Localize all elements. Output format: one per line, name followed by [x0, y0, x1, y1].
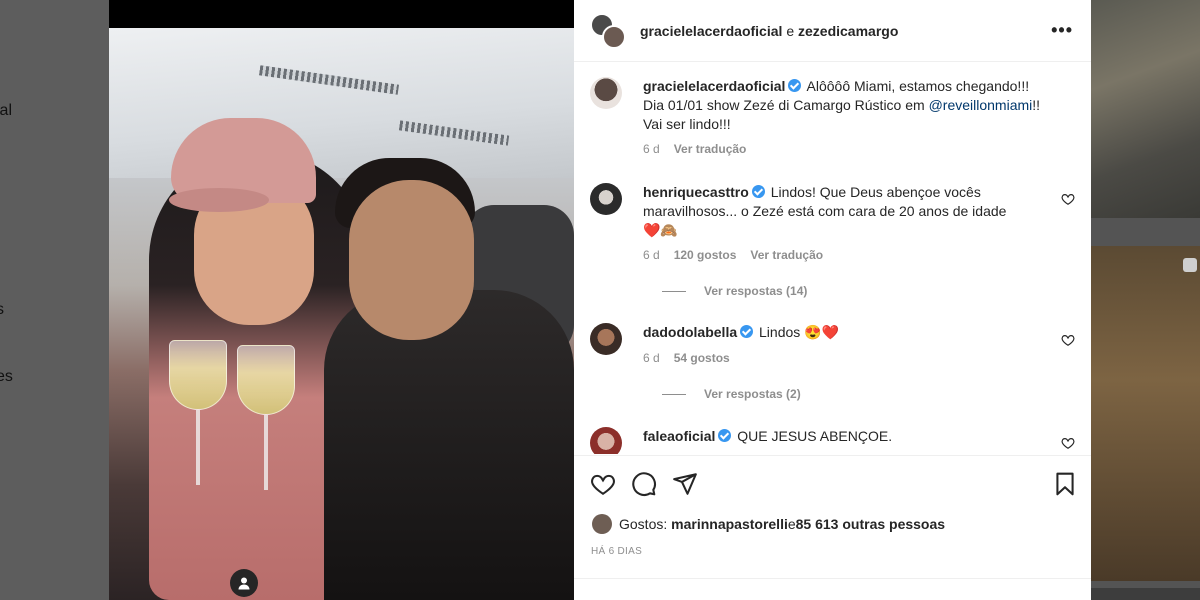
comment-age: 6 d — [643, 351, 660, 365]
collab-avatars[interactable] — [590, 12, 626, 49]
man-figure — [324, 290, 574, 600]
background-fragment: s — [0, 301, 4, 318]
translate-link[interactable]: Ver tradução — [750, 248, 823, 262]
comment-like-icon[interactable] — [1061, 436, 1075, 450]
comment-username[interactable]: faleaoficial — [643, 428, 715, 444]
verified-badge-icon — [751, 185, 765, 198]
comment-likes[interactable]: 54 gostos — [674, 351, 730, 365]
caption-age: 6 d — [643, 142, 660, 156]
bookmark-icon[interactable] — [1052, 471, 1078, 497]
avatar[interactable] — [602, 24, 626, 49]
avatar[interactable] — [592, 514, 612, 534]
background-fragment: ial — [0, 102, 13, 119]
avatar[interactable] — [590, 427, 622, 454]
background-fragment: es — [0, 368, 13, 385]
verified-badge-icon — [788, 79, 802, 92]
verified-badge-icon — [718, 429, 732, 442]
verified-badge-icon — [740, 325, 754, 338]
likes-summary[interactable]: Gostos: marinnapastorelli e 85 613 outra… — [592, 514, 945, 534]
comment-emojis: ❤️🙈 — [643, 222, 678, 238]
background-page-right — [1091, 0, 1200, 600]
comment-text: Lindos 😍❤️ — [755, 324, 840, 340]
avatar[interactable] — [590, 183, 622, 215]
mention-link[interactable]: @reveillonmiami — [929, 97, 1033, 113]
view-replies-button[interactable]: Ver respostas (14) — [662, 284, 807, 298]
comment-likes[interactable]: 120 gostos — [674, 248, 737, 262]
post-timestamp[interactable]: HÁ 6 DIAS — [591, 546, 642, 557]
likes-user[interactable]: marinnapastorelli — [671, 516, 788, 532]
comment-username[interactable]: dadodolabella — [643, 324, 737, 340]
comment-text: QUE JESUS ABENÇOE. — [733, 428, 893, 444]
collab-username[interactable]: zezedicamargo — [798, 23, 898, 39]
send-icon[interactable] — [672, 471, 698, 497]
champagne-glass — [237, 345, 295, 415]
user-tags-icon[interactable] — [230, 569, 258, 597]
champagne-glass — [169, 340, 227, 410]
background-thumbnail[interactable] — [1091, 588, 1200, 600]
background-thumbnail[interactable] — [1091, 0, 1200, 218]
comment-icon[interactable] — [631, 471, 657, 497]
likes-others[interactable]: 85 613 outras pessoas — [796, 516, 945, 532]
avatar[interactable] — [590, 323, 622, 355]
more-options-icon[interactable]: ••• — [1051, 20, 1073, 41]
post-header: gracielelacerdaoficial e zezedicamargo •… — [574, 0, 1091, 62]
comments-list[interactable]: gracielelacerdaoficial Alôôôô Miami, est… — [574, 63, 1091, 454]
post-image[interactable] — [109, 0, 574, 600]
caption-username[interactable]: gracielelacerdaoficial — [643, 78, 785, 94]
heart-icon[interactable] — [590, 471, 616, 497]
author-separator: e — [786, 22, 795, 39]
translate-link[interactable]: Ver tradução — [674, 142, 747, 156]
comment-age: 6 d — [643, 248, 660, 262]
view-replies-button[interactable]: Ver respostas (2) — [662, 387, 801, 401]
comment-username[interactable]: henriquecasttro — [643, 184, 749, 200]
avatar[interactable] — [590, 77, 622, 109]
background-page-left: ial s es — [0, 0, 109, 600]
background-thumbnail[interactable] — [1091, 246, 1200, 581]
author-username[interactable]: gracielelacerdaoficial — [640, 23, 782, 39]
carousel-indicator-icon — [1183, 258, 1197, 272]
comment-like-icon[interactable] — [1061, 192, 1075, 206]
post-details-panel: gracielelacerdaoficial e zezedicamargo •… — [574, 0, 1091, 600]
comment-like-icon[interactable] — [1061, 333, 1075, 347]
